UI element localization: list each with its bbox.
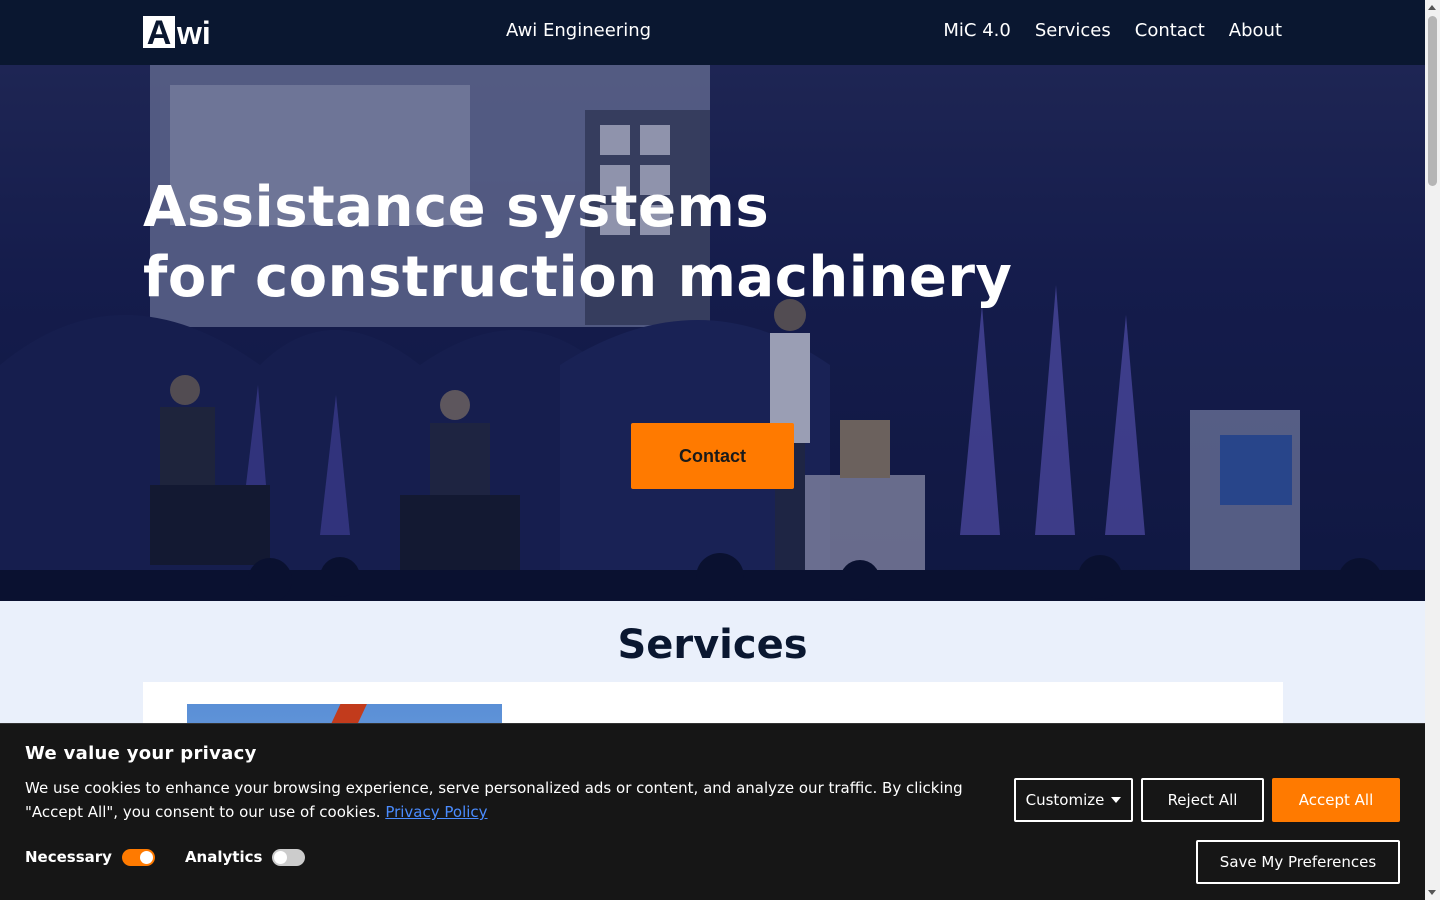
customize-label: Customize xyxy=(1025,791,1105,809)
logo[interactable]: A wi xyxy=(143,15,211,51)
hero-contact-button[interactable]: Contact xyxy=(631,423,794,489)
hero-section: Assistance systems for construction mach… xyxy=(0,65,1425,601)
brand-name[interactable]: Awi Engineering xyxy=(506,20,651,41)
toggle-knob xyxy=(274,850,288,864)
analytics-toggle[interactable] xyxy=(272,848,306,866)
scroll-up-icon[interactable] xyxy=(1428,5,1436,10)
necessary-toggle[interactable] xyxy=(121,848,155,866)
scroll-down-icon[interactable] xyxy=(1428,890,1436,895)
logo-mark: A xyxy=(143,16,175,50)
page-scrollbar[interactable] xyxy=(1425,0,1440,900)
nav-link-mic[interactable]: MiC 4.0 xyxy=(943,20,1010,41)
cookie-banner: We value your privacy We use cookies to … xyxy=(0,723,1425,900)
nav-link-contact[interactable]: Contact xyxy=(1135,20,1205,41)
nav-links: MiC 4.0 Services Contact About xyxy=(943,20,1282,41)
navbar: A wi Awi Engineering MiC 4.0 Services Co… xyxy=(0,0,1425,65)
cookie-description: We use cookies to enhance your browsing … xyxy=(25,779,963,821)
services-heading: Services xyxy=(617,622,808,668)
nav-link-about[interactable]: About xyxy=(1229,20,1282,41)
hero-heading-line-2: for construction machinery xyxy=(143,245,1013,310)
toggle-knob xyxy=(139,850,153,864)
cookie-banner-text: We use cookies to enhance your browsing … xyxy=(25,776,1005,824)
reject-all-button[interactable]: Reject All xyxy=(1141,778,1264,822)
page: A wi Awi Engineering MiC 4.0 Services Co… xyxy=(0,0,1425,900)
privacy-policy-link[interactable]: Privacy Policy xyxy=(385,803,487,821)
hero-overlay xyxy=(0,65,1425,601)
cookie-banner-title: We value your privacy xyxy=(25,743,257,764)
caret-down-icon xyxy=(1111,797,1122,803)
analytics-label: Analytics xyxy=(184,848,263,866)
logo-text: wi xyxy=(177,15,211,51)
hero-heading: Assistance systems for construction mach… xyxy=(143,173,1012,313)
necessary-label: Necessary xyxy=(25,848,112,866)
accept-all-button[interactable]: Accept All xyxy=(1272,778,1400,822)
save-preferences-button[interactable]: Save My Preferences xyxy=(1196,840,1400,884)
hero-heading-line-1: Assistance systems xyxy=(143,175,770,240)
scrollbar-thumb[interactable] xyxy=(1428,16,1437,186)
nav-link-services[interactable]: Services xyxy=(1035,20,1111,41)
cookie-toggles: Necessary Analytics xyxy=(25,848,335,866)
customize-button[interactable]: Customize xyxy=(1014,778,1133,822)
